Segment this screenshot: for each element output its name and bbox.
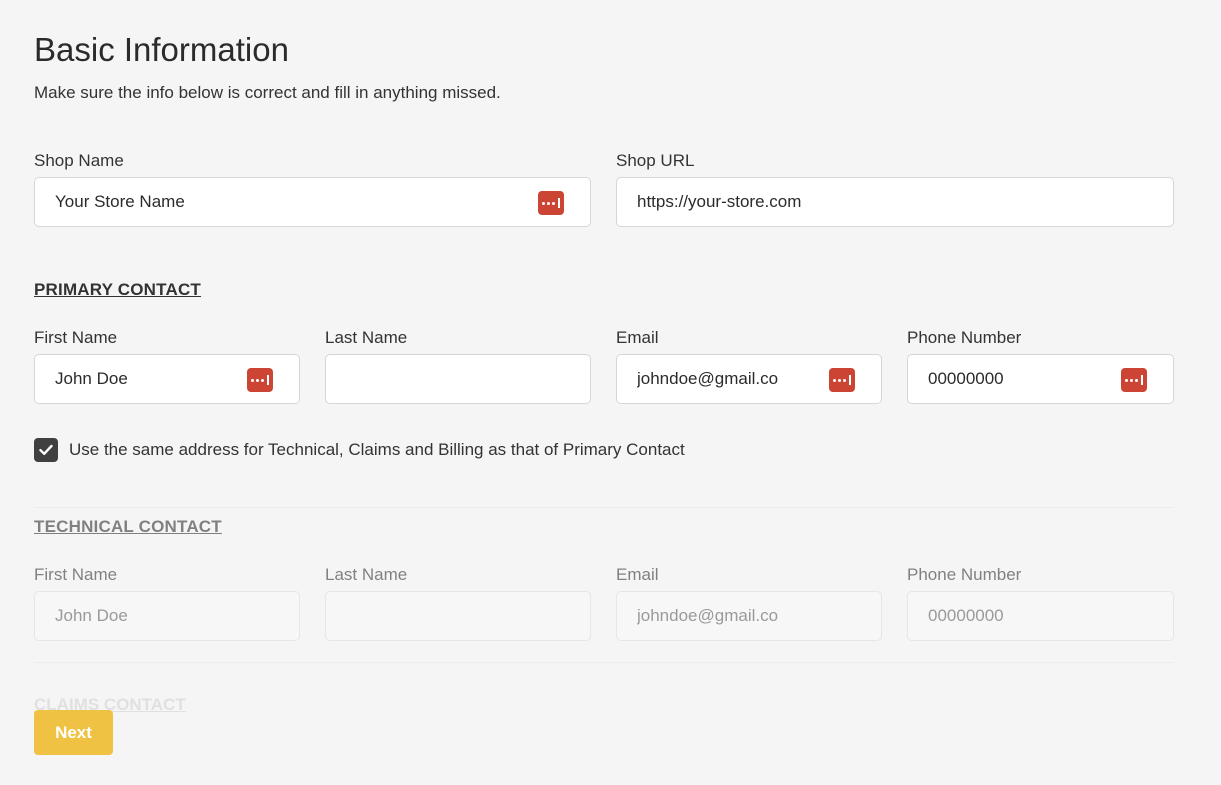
primary-first-name-label: First Name — [34, 328, 118, 347]
primary-phone-input[interactable]: 00000000 — [907, 354, 1174, 404]
divider — [34, 662, 1174, 663]
technical-phone-value: 00000000 — [928, 606, 1004, 625]
page-subtitle: Make sure the info below is correct and … — [34, 83, 501, 102]
shop-name-value: Your Store Name — [55, 192, 185, 211]
checkmark-icon — [39, 444, 53, 455]
technical-last-name-input — [325, 591, 591, 641]
primary-email-input[interactable]: johndoe@gmail.co — [616, 354, 882, 404]
technical-first-name-label: First Name — [34, 565, 118, 584]
next-button[interactable]: Next — [34, 710, 113, 755]
shop-name-label: Shop Name — [34, 151, 124, 170]
technical-email-label: Email — [616, 565, 659, 584]
primary-phone-label: Phone Number — [907, 328, 1022, 347]
technical-phone-input: 00000000 — [907, 591, 1174, 641]
primary-last-name-input[interactable] — [325, 354, 591, 404]
technical-phone-label: Phone Number — [907, 565, 1022, 584]
shop-url-value: https://your-store.com — [637, 192, 802, 211]
same-address-label[interactable]: Use the same address for Technical, Clai… — [69, 440, 685, 460]
primary-phone-value: 00000000 — [928, 369, 1004, 388]
shop-url-label: Shop URL — [616, 151, 695, 170]
primary-contact-heading: PRIMARY CONTACT — [34, 280, 202, 299]
technical-last-name-label: Last Name — [325, 565, 408, 584]
divider — [34, 507, 1174, 508]
primary-last-name-label: Last Name — [325, 328, 408, 347]
technical-contact-heading: TECHNICAL CONTACT — [34, 517, 222, 536]
password-manager-icon[interactable] — [1121, 368, 1147, 392]
page-title: Basic Information — [34, 31, 289, 68]
primary-first-name-value: John Doe — [55, 369, 128, 388]
shop-name-input[interactable]: Your Store Name — [34, 177, 591, 227]
password-manager-icon[interactable] — [538, 191, 564, 215]
password-manager-icon[interactable] — [829, 368, 855, 392]
same-address-checkbox[interactable] — [34, 438, 58, 462]
technical-first-name-input: John Doe — [34, 591, 300, 641]
password-manager-icon[interactable] — [247, 368, 273, 392]
primary-email-value: johndoe@gmail.co — [637, 369, 779, 388]
technical-email-input: johndoe@gmail.co — [616, 591, 882, 641]
shop-url-input[interactable]: https://your-store.com — [616, 177, 1174, 227]
technical-first-name-value: John Doe — [55, 606, 128, 625]
technical-email-value: johndoe@gmail.co — [637, 606, 779, 625]
primary-email-label: Email — [616, 328, 659, 347]
primary-first-name-input[interactable]: John Doe — [34, 354, 300, 404]
